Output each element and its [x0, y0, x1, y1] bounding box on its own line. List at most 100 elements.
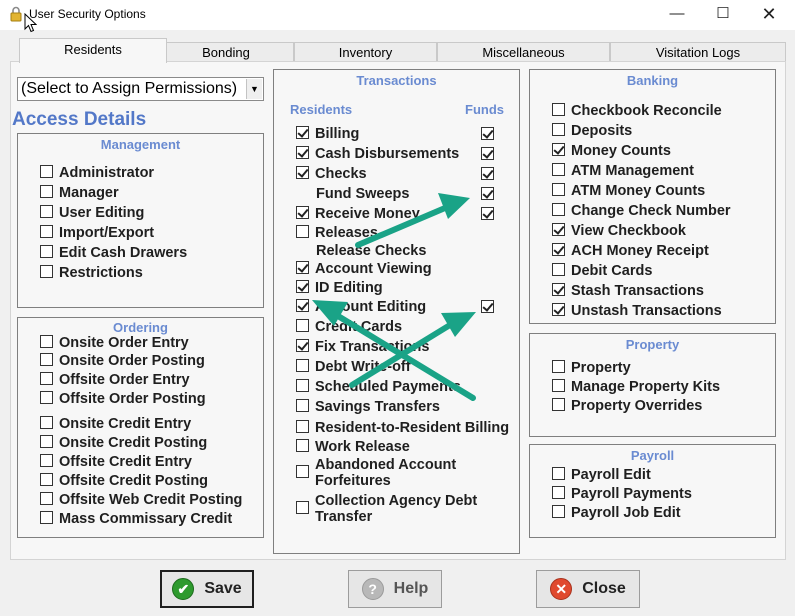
tab-inventory[interactable]: Inventory [294, 42, 437, 62]
checkbox-onsite-credit-posting[interactable]: Onsite Credit Posting [40, 435, 207, 452]
checkbox-box[interactable] [296, 339, 309, 352]
checkbox-box[interactable] [296, 206, 309, 219]
checkbox-mass-commissary-credit[interactable]: Mass Commissary Credit [40, 511, 232, 528]
checkbox-scheduled-payments[interactable]: Scheduled Payments [296, 379, 461, 396]
checkbox-change-check-number[interactable]: Change Check Number [552, 203, 731, 220]
checkbox-box[interactable] [552, 223, 565, 236]
checkbox-releases[interactable]: Releases [296, 225, 378, 242]
checkbox-import-export[interactable]: Import/Export [40, 225, 154, 242]
checkbox-box[interactable] [40, 225, 53, 238]
checkbox-box[interactable] [296, 420, 309, 433]
checkbox-checks[interactable]: Checks [296, 166, 367, 183]
fund-checkbox-receive-money[interactable] [481, 207, 494, 220]
checkbox-box[interactable] [552, 303, 565, 316]
checkbox-manager[interactable]: Manager [40, 185, 119, 202]
checkbox-box[interactable] [40, 245, 53, 258]
checkbox-box[interactable] [40, 265, 53, 278]
tab-bonding[interactable]: Bonding [158, 42, 294, 62]
checkbox-box[interactable] [296, 261, 309, 274]
checkbox-box[interactable] [296, 465, 309, 478]
checkbox-box[interactable] [296, 146, 309, 159]
checkbox-work-release[interactable]: Work Release [296, 439, 410, 456]
fund-checkbox-cash-disbursements[interactable] [481, 147, 494, 160]
checkbox-box[interactable] [40, 335, 53, 348]
checkbox-money-counts[interactable]: Money Counts [552, 143, 671, 160]
save-button[interactable]: ✔ Save [160, 570, 254, 608]
checkbox-id-editing[interactable]: ID Editing [296, 280, 383, 297]
checkbox-box[interactable] [552, 103, 565, 116]
checkbox-box[interactable] [552, 163, 565, 176]
checkbox-box[interactable] [296, 299, 309, 312]
checkbox-box[interactable] [296, 439, 309, 452]
checkbox-offsite-credit-posting[interactable]: Offsite Credit Posting [40, 473, 208, 490]
checkbox-fix-transactions[interactable]: Fix Transactions [296, 339, 429, 356]
checkbox-box[interactable] [40, 511, 53, 524]
tab-miscellaneous[interactable]: Miscellaneous [437, 42, 610, 62]
checkbox-box[interactable] [552, 283, 565, 296]
checkbox-box[interactable] [40, 205, 53, 218]
checkbox-onsite-order-posting[interactable]: Onsite Order Posting [40, 353, 205, 370]
checkbox-box[interactable] [40, 185, 53, 198]
checkbox-collection-agency-debt-transfer[interactable]: Collection Agency Debt Transfer [296, 493, 486, 525]
checkbox-credit-cards[interactable]: Credit Cards [296, 319, 402, 336]
checkbox-debit-cards[interactable]: Debit Cards [552, 263, 652, 280]
checkbox-box[interactable] [296, 319, 309, 332]
checkbox-checkbook-reconcile[interactable]: Checkbook Reconcile [552, 103, 722, 120]
checkbox-box[interactable] [40, 372, 53, 385]
checkbox-savings-transfers[interactable]: Savings Transfers [296, 399, 440, 416]
help-button[interactable]: ? Help [348, 570, 442, 608]
checkbox-box[interactable] [40, 473, 53, 486]
checkbox-box[interactable] [40, 492, 53, 505]
checkbox-box[interactable] [552, 467, 565, 480]
fund-checkbox-billing[interactable] [481, 127, 494, 140]
checkbox-account-editing[interactable]: Account Editing [296, 299, 426, 316]
checkbox-property-overrides[interactable]: Property Overrides [552, 398, 702, 415]
checkbox-property[interactable]: Property [552, 360, 631, 377]
checkbox-box[interactable] [296, 359, 309, 372]
checkbox-atm-money-counts[interactable]: ATM Money Counts [552, 183, 705, 200]
checkbox-box[interactable] [296, 126, 309, 139]
checkbox-offsite-web-credit-posting[interactable]: Offsite Web Credit Posting [40, 492, 242, 509]
checkbox-onsite-credit-entry[interactable]: Onsite Credit Entry [40, 416, 191, 433]
checkbox-restrictions[interactable]: Restrictions [40, 265, 143, 282]
window-close-button[interactable]: ✕ [746, 0, 792, 30]
checkbox-box[interactable] [552, 263, 565, 276]
checkbox-box[interactable] [552, 486, 565, 499]
checkbox-ach-money-receipt[interactable]: ACH Money Receipt [552, 243, 709, 260]
checkbox-box[interactable] [296, 501, 309, 514]
checkbox-box[interactable] [296, 225, 309, 238]
checkbox-account-viewing[interactable]: Account Viewing [296, 261, 432, 278]
checkbox-stash-transactions[interactable]: Stash Transactions [552, 283, 704, 300]
checkbox-deposits[interactable]: Deposits [552, 123, 632, 140]
fund-checkbox-checks[interactable] [481, 167, 494, 180]
checkbox-offsite-order-entry[interactable]: Offsite Order Entry [40, 372, 190, 389]
checkbox-onsite-order-entry[interactable]: Onsite Order Entry [40, 335, 189, 352]
checkbox-box[interactable] [40, 416, 53, 429]
checkbox-administrator[interactable]: Administrator [40, 165, 154, 182]
checkbox-box[interactable] [40, 353, 53, 366]
checkbox-payroll-payments[interactable]: Payroll Payments [552, 486, 692, 503]
checkbox-box[interactable] [552, 203, 565, 216]
checkbox-edit-cash-drawers[interactable]: Edit Cash Drawers [40, 245, 187, 262]
checkbox-box[interactable] [552, 123, 565, 136]
checkbox-atm-management[interactable]: ATM Management [552, 163, 694, 180]
checkbox-resident-to-resident-billing[interactable]: Resident-to-Resident Billing [296, 420, 509, 437]
checkbox-box[interactable] [552, 398, 565, 411]
maximize-button[interactable]: ☐ [700, 0, 746, 30]
checkbox-box[interactable] [40, 454, 53, 467]
checkbox-box[interactable] [296, 399, 309, 412]
checkbox-abandoned-account-forfeitures[interactable]: Abandoned Account Forfeitures [296, 457, 486, 489]
checkbox-receive-money[interactable]: Receive Money [296, 206, 420, 223]
checkbox-view-checkbook[interactable]: View Checkbook [552, 223, 686, 240]
fund-checkbox-account-editing[interactable] [481, 300, 494, 313]
checkbox-box[interactable] [296, 280, 309, 293]
tab-visitation-logs[interactable]: Visitation Logs [610, 42, 786, 62]
checkbox-user-editing[interactable]: User Editing [40, 205, 144, 222]
checkbox-offsite-credit-entry[interactable]: Offsite Credit Entry [40, 454, 192, 471]
close-button[interactable]: ✕ Close [536, 570, 640, 608]
checkbox-box[interactable] [552, 505, 565, 518]
permission-select[interactable]: (Select to Assign Permissions) ▼ [17, 77, 264, 101]
checkbox-box[interactable] [40, 165, 53, 178]
checkbox-box[interactable] [552, 379, 565, 392]
checkbox-box[interactable] [552, 143, 565, 156]
